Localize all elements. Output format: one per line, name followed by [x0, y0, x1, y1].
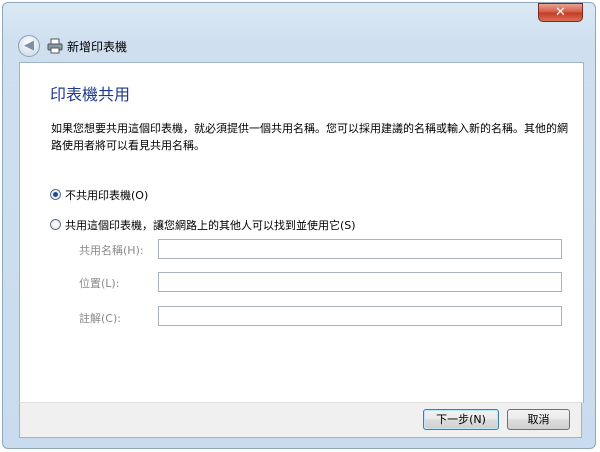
location-label: 位置(L): — [79, 277, 120, 290]
back-arrow-icon: ◀ — [24, 38, 34, 53]
share-name-label: 共用名稱(H): — [79, 244, 144, 257]
cancel-button[interactable]: 取消 — [507, 409, 570, 430]
share-label[interactable]: 共用這個印表機，讓您網路上的其他人可以找到並使用它(S) — [65, 217, 356, 233]
page-description: 如果您想要共用這個印表機，就必須提供一個共用名稱。您可以採用建議的名稱或輸入新的… — [51, 122, 568, 152]
next-button[interactable]: 下一步(N) — [423, 409, 499, 430]
location-input[interactable] — [158, 272, 562, 292]
comment-label: 註解(C): — [79, 312, 121, 325]
comment-input[interactable] — [158, 306, 562, 326]
close-icon: ✕ — [555, 5, 566, 20]
printer-icon — [47, 38, 63, 54]
window-title: 新增印表機 — [67, 40, 128, 54]
no-share-radio[interactable] — [50, 189, 61, 200]
close-button[interactable]: ✕ — [538, 3, 583, 22]
back-button[interactable]: ◀ — [18, 35, 40, 57]
share-radio[interactable] — [50, 219, 61, 230]
page-heading: 印表機共用 — [50, 85, 131, 104]
share-name-input[interactable] — [158, 239, 562, 259]
no-share-label[interactable]: 不共用印表機(O) — [65, 187, 148, 203]
